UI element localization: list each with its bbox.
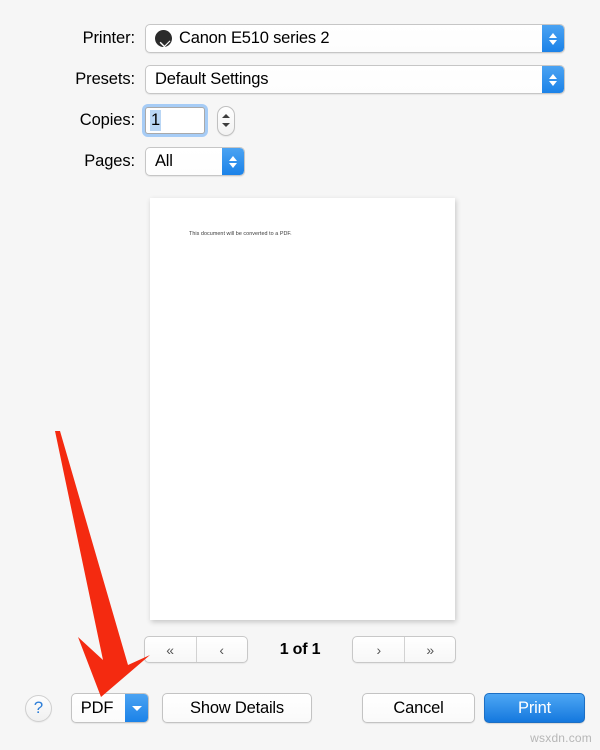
pages-label: Pages: <box>84 152 135 170</box>
copies-row: Copies: 1 <box>0 100 600 141</box>
show-details-button[interactable]: Show Details <box>162 693 312 723</box>
help-button[interactable]: ? <box>25 694 52 722</box>
chevron-updown-icon[interactable] <box>542 66 564 93</box>
dialog-footer: ? PDF Show Details Cancel Print <box>0 690 600 726</box>
chevron-down-icon[interactable] <box>125 694 148 722</box>
print-settings-form: Printer: Canon E510 series 2 Presets: De… <box>0 0 600 182</box>
first-page-button[interactable]: « <box>145 637 196 662</box>
pages-row: Pages: All <box>0 141 600 182</box>
copies-stepper[interactable] <box>217 105 235 136</box>
stepper-up-icon[interactable] <box>222 114 230 118</box>
pdf-button-label: PDF <box>80 698 114 717</box>
watermark: wsxdn.com <box>530 731 592 745</box>
preview-pagination: « ‹ 1 of 1 › » <box>0 636 600 663</box>
copies-value: 1 <box>150 110 162 131</box>
presets-row: Presets: Default Settings <box>0 59 600 100</box>
print-preview-page: This document will be converted to a PDF… <box>150 198 455 620</box>
pager-prev-group: « ‹ <box>143 636 248 663</box>
chevron-updown-icon[interactable] <box>542 25 564 52</box>
printer-status-icon <box>155 30 172 47</box>
pages-selected-value: All <box>155 152 173 170</box>
stepper-down-icon[interactable] <box>222 123 230 127</box>
pager-next-group: › » <box>352 636 457 663</box>
printer-select[interactable]: Canon E510 series 2 <box>145 24 565 53</box>
preview-page-text: This document will be converted to a PDF… <box>189 231 292 237</box>
presets-select[interactable]: Default Settings <box>145 65 565 94</box>
last-page-button[interactable]: » <box>404 637 455 662</box>
printer-label: Printer: <box>82 29 135 47</box>
copies-label: Copies: <box>79 111 135 129</box>
printer-row: Printer: Canon E510 series 2 <box>0 18 600 59</box>
cancel-button[interactable]: Cancel <box>362 693 475 723</box>
copies-input[interactable]: 1 <box>145 107 205 134</box>
print-button[interactable]: Print <box>484 693 585 723</box>
previous-page-button[interactable]: ‹ <box>195 637 247 662</box>
copies-control: 1 <box>145 105 235 136</box>
next-page-button[interactable]: › <box>353 637 404 662</box>
chevron-updown-icon[interactable] <box>222 148 244 175</box>
pdf-menu-button[interactable]: PDF <box>71 693 149 723</box>
page-counter: 1 of 1 <box>279 640 321 658</box>
presets-label: Presets: <box>75 70 135 88</box>
pages-select[interactable]: All <box>145 147 245 176</box>
presets-selected-value: Default Settings <box>155 70 269 88</box>
printer-selected-value: Canon E510 series 2 <box>179 29 330 47</box>
